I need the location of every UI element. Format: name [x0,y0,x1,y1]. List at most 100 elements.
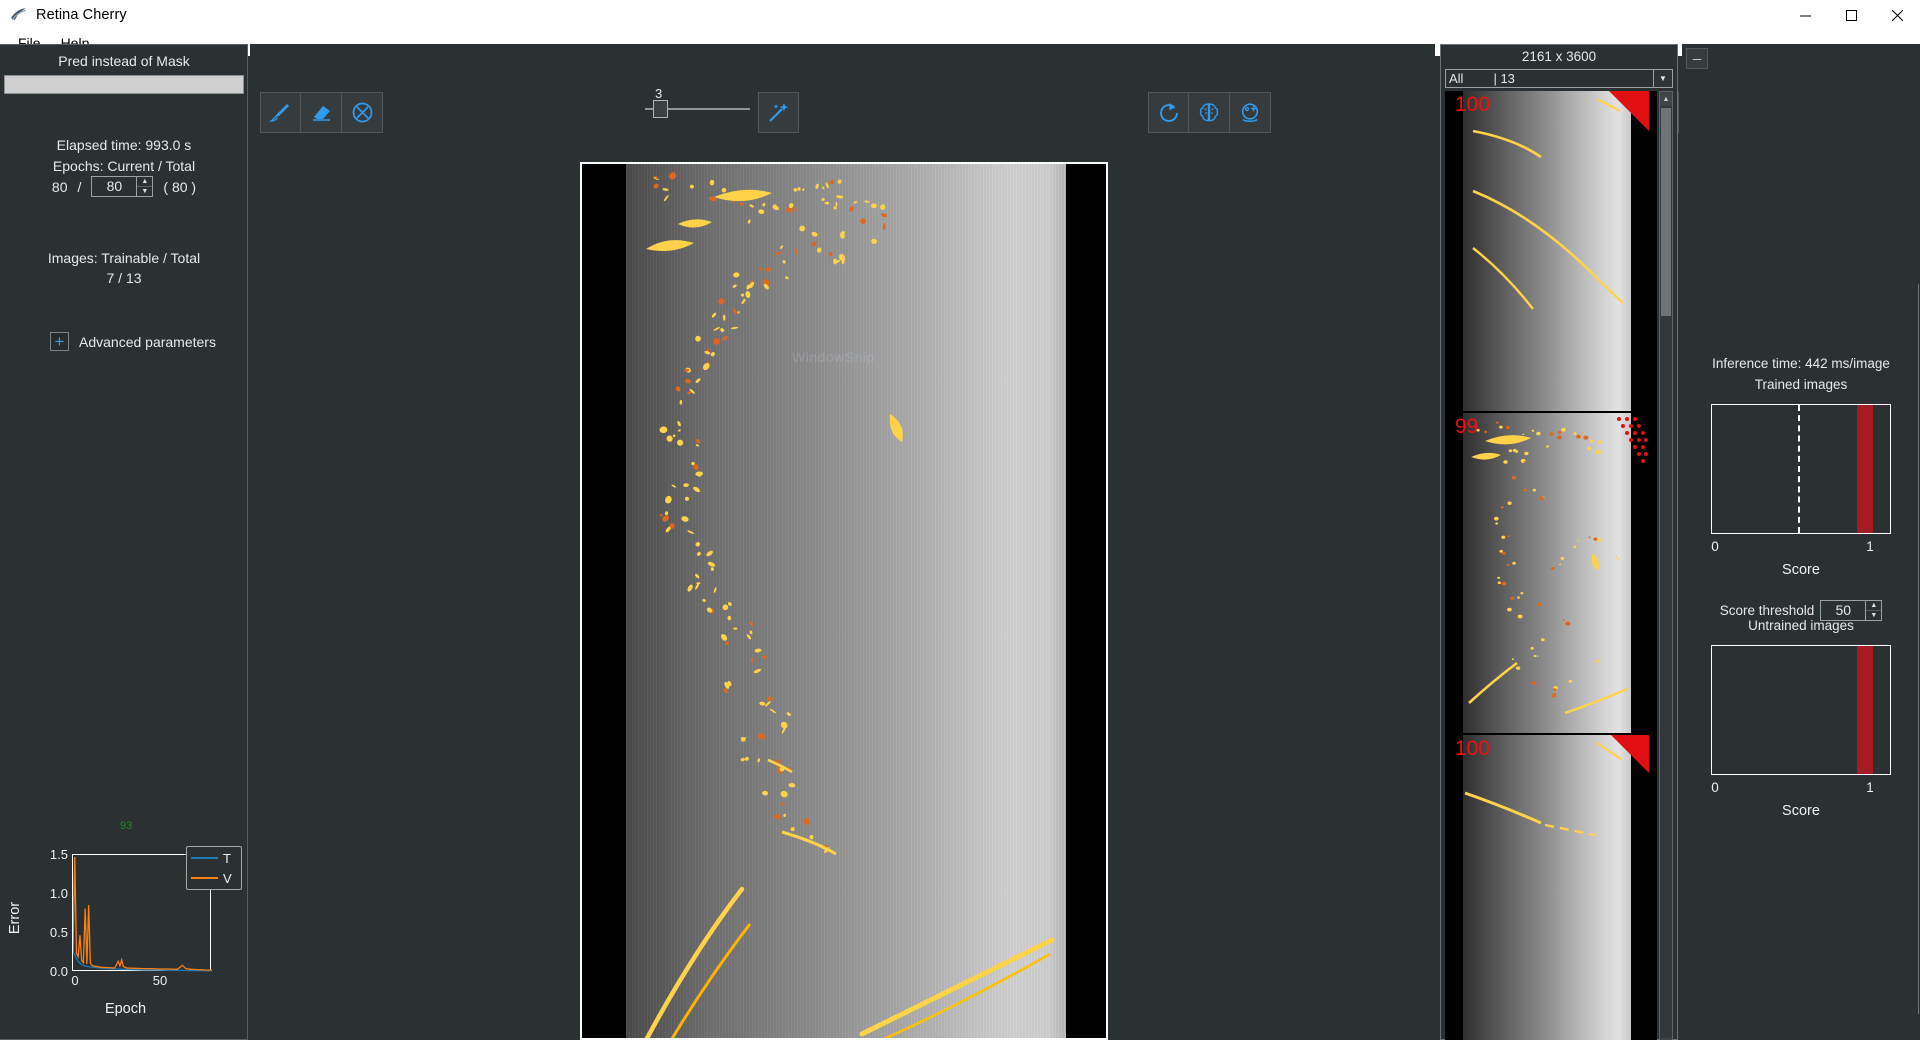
threshold-up-icon[interactable]: ▲ [1866,601,1881,610]
epochs-header-label: Epochs: Current / Total [0,158,248,174]
refresh-button[interactable] [1148,92,1189,133]
epochs-current-value: 80 [52,179,68,195]
thumbnail-panel: 2161 x 3600 All | 13 ▼ 100 [1440,44,1678,1040]
loss-ytick-2: 0.5 [50,925,68,940]
close-button[interactable] [1874,0,1920,30]
thumbnail-item-1[interactable]: 100 [1445,91,1649,411]
loss-chart-ylabel: Error [7,878,23,958]
thumbnail-score-1: 100 [1455,93,1490,116]
brush-size-value: 3 [655,86,662,101]
epochs-stepper-arrows[interactable]: ▲ ▼ [136,177,152,196]
training-progress-bar [4,75,244,94]
clear-mask-button[interactable] [342,92,383,133]
thumbnail-score-3: 100 [1455,737,1490,760]
train-brain-button[interactable] [1189,92,1230,133]
image-filter-dropdown[interactable]: All | 13 ▼ [1445,69,1673,88]
thumbnail-item-3[interactable]: 100 [1445,735,1649,1040]
images-counts: 7 / 13 [0,270,248,286]
training-loss-chart: 93 Error Epoch 1.5 1.0 0.5 0.0 0 50 T V [8,815,243,1030]
epochs-total-value[interactable]: 80 [92,177,136,196]
thumbnail-score-2: 99 [1455,415,1478,438]
predict-button[interactable] [1230,92,1271,133]
trained-hist-tick-max: 1 [1866,539,1874,554]
loss-ytick-3: 0.0 [50,964,68,979]
legend-line-train [191,857,218,860]
untrained-hist-xlabel: Score [1682,803,1920,819]
untrained-images-histogram [1711,645,1891,775]
filter-selected-value: All [1446,71,1463,86]
legend-entry-train: T [191,851,237,866]
app-icon [8,4,30,26]
loss-chart-xlabel: Epoch [8,1001,243,1017]
right-stats-panel: ─ Inference time: 442 ms/image Trained i… [1682,44,1920,1040]
thumbnail-marker-1 [1589,91,1649,151]
legend-line-val [191,877,218,880]
inference-time-label: Inference time: 442 ms/image [1682,356,1920,371]
left-control-panel: Pred instead of Mask Elapsed time: 993.0… [0,44,248,1040]
epochs-row: 80 / 80 ▲ ▼ ( 80 ) [0,176,248,197]
trained-hist-xlabel: Score [1682,562,1920,578]
loss-chart-legend: T V [186,846,242,890]
main-image-canvas[interactable]: WindowSnip [580,162,1108,1040]
magic-tools [758,92,799,133]
scrollbar-thumb[interactable] [1661,108,1671,316]
untrained-images-title: Untrained images [1682,618,1920,633]
images-total-value: 13 [126,270,142,286]
defect-overlay [582,164,1108,1040]
loss-chart-badge: 93 [120,820,132,832]
legend-label-val: V [223,871,232,886]
chevron-down-icon[interactable]: ▼ [1653,70,1672,87]
application-window: Retina Cherry File Help Pred instead of … [0,0,1920,1040]
editor-area: 3 [250,44,1435,1040]
thumbnail-list[interactable]: 100 99 [1445,91,1657,1040]
thumbnail-marker-2 [1589,413,1649,473]
advanced-parameters-label: Advanced parameters [79,334,216,350]
untrained-hist-tick-min: 0 [1711,780,1719,795]
pred-instead-of-mask-label: Pred instead of Mask [4,53,244,73]
elapsed-time-label: Elapsed time: 993.0 s [0,137,248,153]
stepper-up-icon[interactable]: ▲ [137,177,152,186]
untrained-hist-bar [1857,646,1873,774]
model-action-tools [1148,92,1271,133]
trained-images-histogram [1711,404,1891,534]
legend-label-train: T [223,851,231,866]
advanced-parameters-toggle[interactable]: + Advanced parameters [50,332,216,351]
scroll-up-icon[interactable]: ▲ [1660,92,1672,106]
loss-ytick-1: 1.0 [50,886,68,901]
epochs-max-value: ( 80 ) [163,179,196,195]
epochs-total-stepper[interactable]: 80 ▲ ▼ [91,176,153,197]
minimize-button[interactable] [1782,0,1828,30]
images-header-label: Images: Trainable / Total [0,250,248,266]
window-title: Retina Cherry [36,7,127,23]
thumbnail-marker-3 [1589,735,1649,795]
trained-hist-bar [1857,405,1873,533]
brush-slider-handle[interactable] [653,100,668,118]
drawing-tools [260,92,383,133]
magic-wand-button[interactable] [758,92,799,133]
untrained-hist-tick-max: 1 [1866,780,1874,795]
image-dimensions-label: 2161 x 3600 [1441,49,1677,64]
eraser-tool-button[interactable] [301,92,342,133]
brush-tool-button[interactable] [260,92,301,133]
trained-hist-tick-min: 0 [1711,539,1719,554]
loss-xtick-0: 0 [71,973,78,988]
thumbnail-item-2[interactable]: 99 [1445,413,1649,733]
images-separator: / [118,270,122,286]
thumbnail-scrollbar[interactable]: ▲ ▼ [1659,91,1673,1040]
trained-hist-threshold-line [1798,405,1800,533]
panel-divider [1918,284,1919,1014]
title-bar: Retina Cherry [0,0,1920,30]
filter-count-value: | 13 [1463,71,1514,86]
collapse-panel-button[interactable]: ─ [1686,48,1708,69]
maximize-button[interactable] [1828,0,1874,30]
loss-ytick-0: 1.5 [50,847,68,862]
images-trainable-value: 7 [106,270,114,286]
legend-entry-val: V [191,871,237,886]
loss-xtick-1: 50 [153,973,167,988]
epochs-separator: / [78,179,82,195]
plus-icon[interactable]: + [50,332,69,351]
score-threshold-label: Score threshold [1720,603,1815,618]
window-controls [1782,0,1920,30]
stepper-down-icon[interactable]: ▼ [137,186,152,196]
trained-images-title: Trained images [1682,377,1920,392]
